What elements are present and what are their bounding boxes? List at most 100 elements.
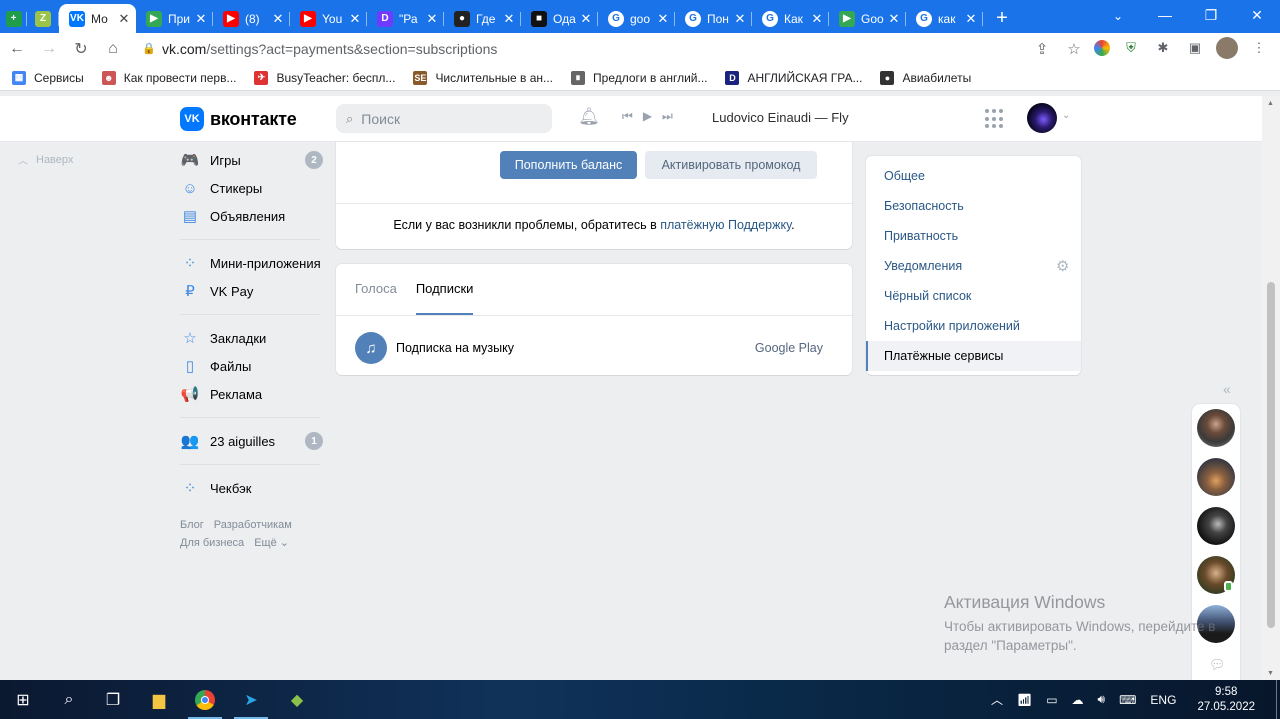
battery-icon[interactable]: ▭ [1046, 693, 1057, 707]
vk-search-input[interactable]: ⌕ Поиск [336, 104, 552, 133]
task-view-icon[interactable]: ❐ [90, 680, 136, 719]
browser-tab[interactable]: ■ Ода ✕ [521, 4, 598, 33]
close-tab-icon[interactable]: ✕ [965, 11, 977, 27]
menu-item[interactable]: 📢 Реклама [180, 380, 325, 408]
tab-search-icon[interactable]: ⌄ [1108, 6, 1128, 26]
bookmark-item[interactable]: D АНГЛИЙСКАЯ ГРА... [725, 70, 862, 85]
close-tab-icon[interactable]: ✕ [580, 11, 592, 27]
language-indicator[interactable]: ENG [1150, 693, 1176, 707]
reload-icon[interactable]: ↻ [66, 34, 96, 64]
new-tab-button[interactable]: + [987, 4, 1017, 33]
extension-color-icon[interactable] [1094, 40, 1110, 56]
bookmark-item[interactable]: ☻ Как провести перв... [101, 70, 236, 85]
close-tab-icon[interactable]: ✕ [657, 11, 669, 27]
menu-item[interactable]: ▯ Файлы [180, 352, 325, 380]
file-explorer-icon[interactable]: ▆ [136, 680, 182, 719]
browser-tab[interactable]: Z [27, 4, 59, 33]
close-tab-icon[interactable]: ✕ [734, 11, 746, 27]
extension-shield-icon[interactable]: ⛨ [1120, 37, 1142, 59]
play-icon[interactable]: ▶︎ [643, 109, 652, 124]
menu-item[interactable]: 🎮 Игры 2 [180, 146, 325, 174]
settings-menu-item[interactable]: Платёжные сервисы [884, 349, 1003, 363]
bookmark-item[interactable]: SE Числительные в ан... [413, 70, 553, 85]
notifications-bell-icon[interactable]: 🔔︎ [578, 106, 600, 128]
tab-votes[interactable]: Голоса [355, 281, 397, 315]
back-icon[interactable]: ← [2, 34, 32, 64]
blog-link[interactable]: Блог [180, 519, 204, 531]
business-link[interactable]: Для бизнеса [180, 537, 244, 549]
menu-item[interactable]: ⁘ Мини-приложения [180, 249, 325, 277]
close-tab-icon[interactable]: ✕ [811, 11, 823, 27]
minimize-icon[interactable]: — [1142, 0, 1188, 30]
profile-avatar-icon[interactable] [1216, 37, 1238, 59]
browser-tab[interactable]: ▶ При ✕ [136, 4, 213, 33]
browser-tab[interactable]: Ggoo ✕ [598, 4, 675, 33]
close-tab-icon[interactable]: ✕ [503, 11, 515, 27]
settings-menu-item[interactable]: Чёрный список [884, 289, 971, 303]
bookmark-item[interactable]: ✈ BusyTeacher: беспл... [254, 70, 395, 85]
sidepanel-icon[interactable]: ▣ [1184, 37, 1206, 59]
close-tab-icon[interactable]: ✕ [888, 11, 900, 27]
bookmark-item[interactable]: ▦ Сервисы [12, 70, 84, 85]
vk-logo[interactable]: VK вконтакте [180, 107, 297, 131]
telegram-icon[interactable]: ➤ [228, 680, 274, 719]
friend-avatar[interactable] [1197, 409, 1235, 447]
developers-link[interactable]: Разработчикам [214, 519, 292, 531]
browser-tab[interactable]: ▶ (8) ✕ [213, 4, 290, 33]
menu-item[interactable]: ☆ Закладки [180, 324, 325, 352]
browser-tab[interactable]: G Пон ✕ [675, 4, 752, 33]
back-to-top-link[interactable]: ︿ Наверх [18, 152, 73, 168]
activate-promocode-button[interactable]: Активировать промокод [645, 151, 817, 179]
more-link[interactable]: Ещё ⌄ [254, 537, 289, 549]
close-tab-icon[interactable]: ✕ [118, 11, 130, 27]
home-icon[interactable]: ⌂ [98, 34, 128, 64]
tray-chevron-up-icon[interactable]: ︿ [991, 691, 1003, 708]
close-window-icon[interactable]: ✕ [1234, 0, 1280, 30]
friend-avatar[interactable] [1197, 507, 1235, 545]
keyboard-icon[interactable]: ⌨ [1119, 693, 1136, 707]
menu-item[interactable]: ₽ VK Pay [180, 277, 325, 305]
subscription-row[interactable]: ♫ Подписка на музыку Google Play [355, 332, 835, 364]
services-grid-icon[interactable] [985, 109, 1005, 129]
friend-avatar[interactable] [1197, 458, 1235, 496]
bookmark-item[interactable]: ∎ Предлоги в англий... [571, 70, 707, 85]
settings-menu-item[interactable]: Приватность [884, 229, 958, 243]
search-icon[interactable]: ⌕ [46, 680, 92, 719]
menu-kebab-icon[interactable]: ⋮ [1248, 37, 1270, 59]
settings-menu-item[interactable]: Безопасность [884, 199, 964, 213]
browser-tab[interactable]: Gкак ✕ [906, 4, 983, 33]
topup-balance-button[interactable]: Пополнить баланс [500, 151, 637, 179]
collapse-chat-icon[interactable]: « [1223, 381, 1231, 397]
previous-track-icon[interactable]: ⏮︎ [622, 109, 633, 124]
start-windows-icon[interactable]: ⊞ [0, 680, 46, 719]
browser-tab[interactable]: + [0, 4, 27, 33]
menu-item[interactable]: ▤ Объявления [180, 202, 325, 230]
current-track[interactable]: Ludovico Einaudi — Fly [712, 110, 849, 125]
bookmark-item[interactable]: ● Авиабилеты [880, 70, 971, 85]
gear-icon[interactable]: ⚙ [1056, 257, 1069, 275]
browser-tab[interactable]: ▶ You ✕ [290, 4, 367, 33]
browser-tab[interactable]: ▶ Goo ✕ [829, 4, 906, 33]
bluestacks-icon[interactable]: ◆ [274, 680, 320, 719]
close-tab-icon[interactable]: ✕ [349, 11, 361, 27]
menu-item[interactable]: ☺ Стикеры [180, 174, 325, 202]
next-track-icon[interactable]: ⏭︎ [662, 109, 673, 124]
volume-icon[interactable]: 🔊︎ [1098, 692, 1106, 707]
menu-item[interactable]: ⁘ Чекбэк [180, 474, 325, 502]
settings-menu-item[interactable]: Уведомления [884, 259, 962, 273]
forward-icon[interactable]: → [34, 34, 64, 64]
menu-item[interactable]: 👥 23 aiguilles 1 [180, 427, 325, 455]
lock-icon[interactable]: 🔒 [142, 42, 156, 56]
browser-tab[interactable]: ● Где ✕ [444, 4, 521, 33]
page-scrollbar[interactable]: ▲ ▼ [1262, 96, 1280, 680]
payment-support-link[interactable]: платёжную Поддержку [660, 218, 791, 232]
browser-tab[interactable]: VK Мо ✕ [59, 4, 136, 33]
wifi-icon[interactable]: 📶︎ [1017, 693, 1032, 707]
close-tab-icon[interactable]: ✕ [195, 11, 207, 27]
chat-bubble-icon[interactable]: 💬︎ [1209, 657, 1226, 673]
onedrive-cloud-icon[interactable]: ☁ [1072, 693, 1084, 707]
extensions-puzzle-icon[interactable]: ✱ [1152, 37, 1174, 59]
share-icon[interactable]: ⇪ [1032, 39, 1052, 59]
browser-tab[interactable]: G Как ✕ [752, 4, 829, 33]
close-tab-icon[interactable]: ✕ [272, 11, 284, 27]
